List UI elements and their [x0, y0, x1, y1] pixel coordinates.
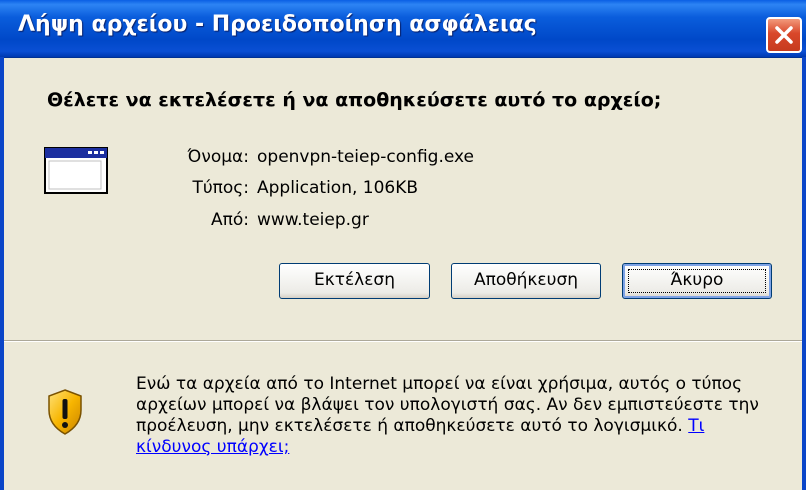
file-source-row: Από: www.teiep.gr — [0, 210, 806, 232]
security-warning-text: Ενώ τα αρχεία από το Internet μπορεί να … — [136, 374, 776, 458]
file-type-label: Τύπος: — [192, 178, 249, 198]
file-download-dialog: Λήψη αρχείου - Προειδοποίηση ασφάλειας Θ… — [0, 0, 806, 490]
title-bar[interactable]: Λήψη αρχείου - Προειδοποίηση ασφάλειας — [0, 0, 806, 58]
run-button[interactable]: Εκτέλεση — [279, 263, 430, 299]
section-divider — [4, 340, 802, 342]
file-type-row: Τύπος: Application, 106KB — [0, 178, 806, 200]
focus-rectangle — [628, 269, 766, 293]
window-title: Λήψη αρχείου - Προειδοποίηση ασφάλειας — [18, 12, 537, 37]
file-name-label: Όνομα: — [187, 147, 249, 167]
file-name-value: openvpn-teiep-config.exe — [257, 147, 474, 167]
file-source-value: www.teiep.gr — [257, 210, 369, 230]
cancel-button[interactable]: Άκυρο — [622, 263, 772, 299]
file-source-label: Από: — [211, 210, 249, 230]
file-type-value: Application, 106KB — [257, 178, 419, 198]
window-frame-left — [0, 57, 4, 490]
close-button[interactable] — [766, 17, 802, 53]
shield-warning-icon — [48, 389, 82, 435]
warning-message: Ενώ τα αρχεία από το Internet μπορεί να … — [136, 374, 759, 436]
close-icon — [775, 26, 793, 44]
window-frame-right — [802, 57, 806, 490]
run-button-label: Εκτέλεση — [314, 270, 395, 290]
file-name-row: Όνομα: openvpn-teiep-config.exe — [0, 147, 806, 169]
dialog-question: Θέλετε να εκτελέσετε ή να αποθηκεύσετε α… — [47, 89, 662, 111]
save-button-label: Αποθήκευση — [473, 270, 579, 290]
save-button[interactable]: Αποθήκευση — [451, 263, 601, 299]
